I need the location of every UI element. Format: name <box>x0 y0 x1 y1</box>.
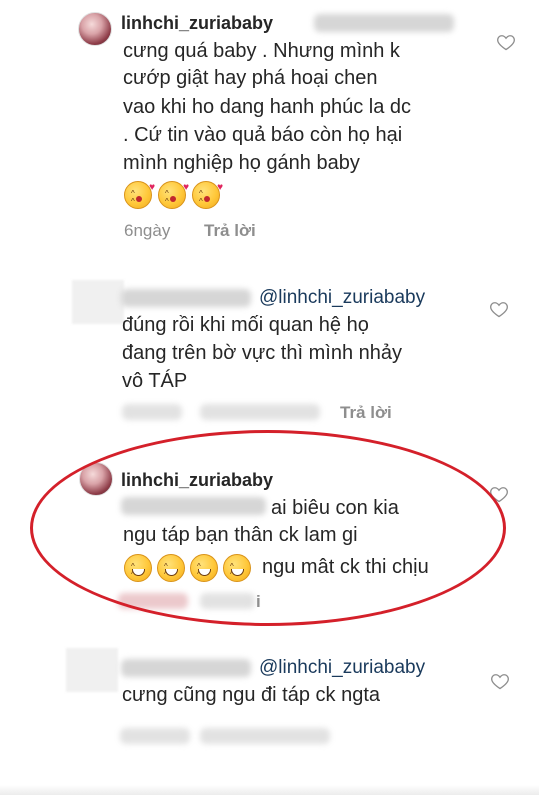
heart-outline-icon[interactable] <box>496 32 516 52</box>
redacted-text <box>314 14 454 32</box>
redacted-likes <box>200 404 320 420</box>
heart-outline-icon[interactable] <box>490 671 510 691</box>
heart-outline-icon[interactable] <box>489 299 509 319</box>
highlight-circle <box>30 430 506 626</box>
comment-line: vô TÁP <box>122 370 188 392</box>
redacted-username <box>121 659 251 677</box>
kiss-face-emoji: ^ ^ ♥ <box>192 181 223 209</box>
bottom-divider <box>0 785 539 795</box>
comment-username[interactable]: linhchi_zuriababy <box>121 13 273 34</box>
reply-button[interactable]: Trả lời <box>340 403 392 423</box>
mention-link[interactable]: @linhchi_zuriababy <box>259 287 425 309</box>
redacted-username <box>121 289 251 307</box>
comment-line: đang trên bờ vực thì mình nhảy <box>122 342 402 364</box>
kiss-face-emoji: ^ ^ ♥ <box>158 181 189 209</box>
comment-line: mình nghiệp họ gánh baby <box>123 152 360 174</box>
comment-line: . Cứ tin vào quả báo còn họ hại <box>123 124 403 146</box>
avatar[interactable] <box>72 280 124 324</box>
reply-button[interactable]: Trả lời <box>204 221 256 241</box>
redacted-time <box>122 404 182 420</box>
comment-line: vao khi ho dang hanh phúc la dc <box>123 96 411 118</box>
avatar[interactable] <box>78 12 112 46</box>
kiss-face-emoji: ^ ^ ♥ <box>124 181 155 209</box>
comment-time: 6ngày <box>124 221 171 240</box>
mention-link[interactable]: @linhchi_zuriababy <box>259 657 425 679</box>
redacted-time <box>120 728 190 744</box>
comment-line: cưng cũng ngu đi táp ck ngta <box>122 684 381 706</box>
comment-line: cưng quá baby . Nhưng mình k <box>123 40 400 62</box>
comment-line: đúng rồi khi mối quan hệ họ <box>122 314 369 336</box>
comment-line: cướp giật hay phá hoại chen <box>123 67 378 89</box>
redacted-meta <box>200 728 330 744</box>
avatar[interactable] <box>66 648 118 692</box>
